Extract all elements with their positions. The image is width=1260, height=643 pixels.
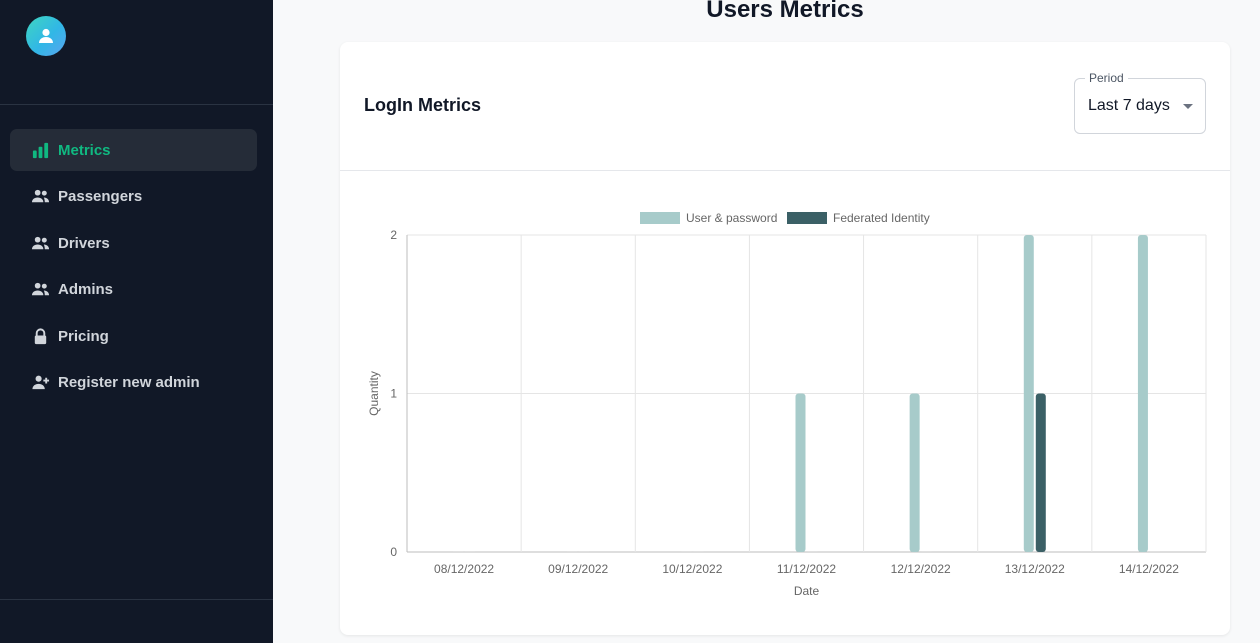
bar (579, 551, 590, 552)
sidebar-item-label: Admins (58, 281, 114, 298)
legend-swatch (640, 212, 680, 224)
sidebar-nav: Metrics Passengers Drivers Admins Pricin… (10, 129, 257, 408)
people-icon (30, 233, 50, 253)
y-axis-label: Quantity (367, 371, 381, 416)
bar (453, 551, 464, 552)
legend-swatch (787, 212, 827, 224)
x-tick-label: 09/12/2022 (548, 562, 608, 576)
period-select[interactable]: Period Last 7 days (1074, 71, 1206, 134)
bar (1149, 551, 1160, 552)
caret-down-icon (1183, 104, 1193, 109)
person-icon (39, 28, 53, 43)
x-tick-label: 13/12/2022 (1005, 562, 1065, 576)
card-title: LogIn Metrics (364, 95, 482, 115)
legend-label: User & password (686, 211, 777, 225)
y-tick-label: 1 (390, 387, 397, 401)
people-icon (30, 187, 50, 207)
sidebar-item-admins[interactable]: Admins (10, 269, 257, 311)
sidebar-item-pricing[interactable]: Pricing (10, 315, 257, 357)
bar (1137, 235, 1148, 552)
x-tick-label: 12/12/2022 (891, 562, 951, 576)
card-divider (340, 170, 1230, 171)
y-tick-label: 2 (390, 228, 397, 242)
period-label: Period (1085, 71, 1128, 85)
sidebar-item-label: Pricing (58, 327, 109, 345)
x-tick-label: 10/12/2022 (662, 562, 722, 576)
sidebar-item-label: Drivers (58, 234, 110, 252)
lock-icon (30, 326, 50, 346)
sidebar-item-label: Passengers (58, 188, 143, 205)
bar (465, 551, 476, 552)
bar (909, 393, 920, 552)
bar (1023, 235, 1034, 552)
bar (807, 551, 818, 552)
legend-label: Federated Identity (833, 211, 930, 225)
x-axis-label: Date (794, 584, 820, 598)
y-tick-label: 0 (390, 545, 397, 559)
sidebar-divider-top (0, 104, 273, 105)
sidebar-item-passengers[interactable]: Passengers (10, 176, 257, 218)
bar (681, 551, 692, 552)
people-icon (30, 280, 50, 300)
x-tick-label: 14/12/2022 (1119, 562, 1179, 576)
person-add-icon (30, 373, 50, 393)
login-metrics-chart: 0 1 2 08/12/2022 09/12/2022 10/12/2022 11/12/2… (367, 211, 1207, 598)
x-tick-label: 11/12/2022 (777, 562, 836, 576)
sidebar-item-label: Register new admin (58, 374, 200, 391)
sidebar-item-label: Metrics (58, 141, 111, 159)
bar (693, 551, 704, 552)
sidebar-item-metrics[interactable]: Metrics (10, 129, 257, 171)
sidebar: Metrics Passengers Drivers Admins Pricin… (0, 0, 273, 643)
x-tick-label: 08/12/2022 (434, 562, 494, 576)
sidebar-item-drivers[interactable]: Drivers (10, 222, 257, 264)
sidebar-item-register-new-admin[interactable]: Register new admin (10, 362, 257, 404)
user-avatar-icon[interactable] (26, 16, 66, 56)
page-title: Users Metrics (706, 0, 864, 23)
bar-chart-icon (30, 140, 50, 160)
period-value: Last 7 days (1088, 97, 1170, 114)
bar (1035, 393, 1046, 552)
bar (795, 393, 806, 552)
bar (567, 551, 578, 552)
sidebar-divider-bottom (0, 599, 273, 600)
bar (921, 551, 932, 552)
